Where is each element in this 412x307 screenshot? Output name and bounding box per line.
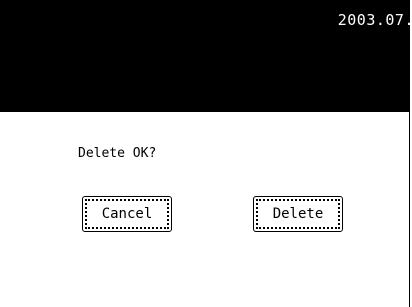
confirm-message: Delete OK?	[78, 146, 157, 161]
date-display: 2003.07.	[337, 11, 412, 29]
cancel-button[interactable]: Cancel	[82, 196, 172, 232]
delete-button[interactable]: Delete	[253, 196, 343, 232]
delete-button-label: Delete	[256, 199, 340, 229]
status-header: 2003.07.	[0, 0, 412, 112]
copier-panel-screen: 2003.07. Delete OK? Cancel Delete	[0, 0, 412, 307]
cancel-button-label: Cancel	[85, 199, 169, 229]
